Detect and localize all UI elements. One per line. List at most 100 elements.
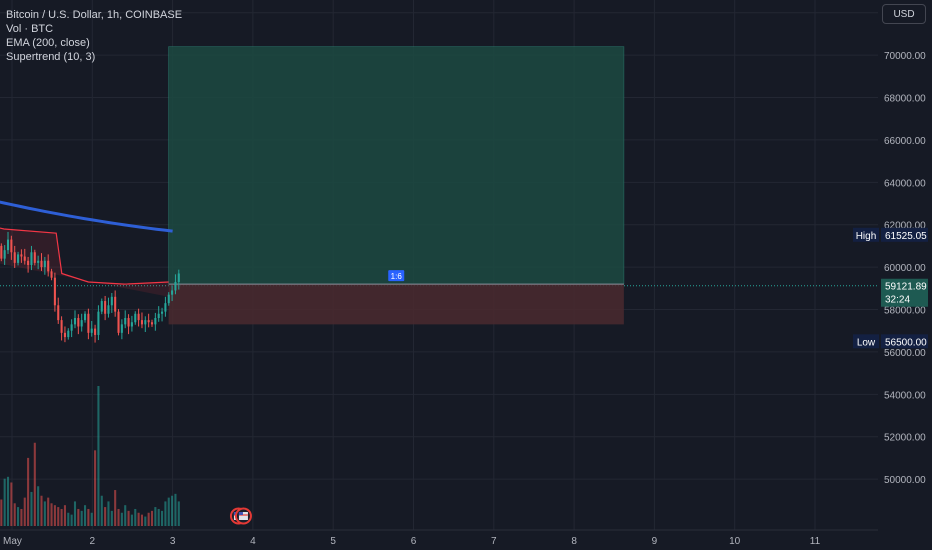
volume-bar — [100, 495, 103, 526]
volume-bar — [47, 497, 50, 526]
low-tag: Low 56500.00 — [853, 334, 928, 349]
volume-bar — [114, 490, 117, 526]
candle-body — [100, 301, 103, 312]
candle-body — [53, 277, 56, 306]
bar-countdown: 32:24 — [885, 295, 910, 306]
volume-bar — [94, 450, 97, 526]
volume-bar — [73, 501, 77, 526]
volume-bars — [0, 386, 180, 526]
candle-body — [134, 313, 137, 323]
candle-body — [97, 311, 100, 335]
volume-bar — [37, 486, 40, 526]
volume-bar — [3, 478, 6, 526]
volume-bar — [177, 501, 180, 526]
candle-body — [147, 320, 150, 323]
legend-volume[interactable]: Vol · BTC — [6, 22, 182, 36]
time-tick-label: 8 — [571, 536, 577, 547]
volume-bar — [57, 507, 60, 526]
candle-body — [94, 328, 97, 335]
price-tick-label: 68000.00 — [884, 94, 926, 105]
candle-body — [107, 305, 110, 314]
volume-bar — [130, 514, 133, 526]
time-tick-label: 9 — [652, 536, 658, 547]
volume-bar — [17, 507, 20, 526]
low-tag-label: Low — [857, 337, 876, 348]
candle-body — [57, 305, 60, 321]
volume-bar — [53, 505, 56, 526]
price-chart[interactable]: 1:6 50000.00 52000.00 54000.00 56000.00 5800… — [0, 0, 932, 550]
long-position-tool[interactable]: 1:6 — [168, 46, 625, 325]
candle-body — [40, 260, 43, 268]
price-tick-label: 56000.00 — [884, 348, 926, 359]
time-tick-label: 3 — [170, 536, 176, 547]
volume-bar — [63, 505, 66, 526]
legend-symbol[interactable]: Bitcoin / U.S. Dollar, 1h, COINBASE — [6, 8, 182, 22]
volume-bar — [80, 510, 83, 526]
candle-body — [90, 328, 93, 333]
volume-bar — [10, 482, 13, 526]
candle-body — [127, 318, 130, 327]
stop-loss-zone[interactable] — [168, 284, 624, 325]
volume-bar — [50, 503, 53, 526]
candle-body — [10, 239, 13, 253]
profit-zone[interactable] — [168, 46, 625, 285]
volume-bar — [27, 457, 30, 526]
volume-bar — [90, 512, 93, 526]
price-tick-label: 70000.00 — [884, 51, 926, 62]
low-tag-value: 56500.00 — [885, 337, 927, 348]
time-tick-label: 4 — [250, 536, 256, 547]
currency-button[interactable]: USD — [882, 4, 926, 24]
volume-bar — [104, 507, 107, 526]
volume-bar — [150, 510, 154, 526]
time-tick-label: 2 — [90, 536, 96, 547]
volume-bar — [107, 501, 110, 526]
candle-body — [150, 322, 154, 325]
volume-bar — [127, 510, 130, 526]
legend-supertrend[interactable]: Supertrend (10, 3) — [6, 50, 182, 64]
candle-body — [177, 273, 180, 282]
legend-ema[interactable]: EMA (200, close) — [6, 36, 182, 50]
volume-bar — [97, 386, 100, 526]
candle-body — [161, 311, 164, 314]
event-flag-icon[interactable] — [234, 507, 252, 525]
event-markers[interactable] — [229, 507, 252, 525]
price-tags: High 61525.05 Low 56500.00 59121.89 32:24 — [853, 227, 928, 349]
price-tick-label: 64000.00 — [884, 178, 926, 189]
volume-bar — [164, 501, 167, 526]
candle-body — [114, 296, 117, 312]
candle-body — [43, 260, 46, 268]
candle-body — [37, 260, 40, 263]
candle-body — [83, 313, 87, 321]
candle-body — [120, 324, 123, 333]
volume-bar — [43, 501, 46, 526]
candle-body — [17, 254, 20, 263]
candle-body — [27, 260, 30, 265]
volume-bar — [167, 497, 170, 526]
candle-body — [171, 290, 174, 295]
candle-body — [33, 252, 36, 263]
candle-body — [167, 294, 170, 304]
candle-body — [110, 296, 113, 306]
candle-body — [140, 320, 143, 325]
time-axis[interactable]: May 2 3 4 5 6 7 8 9 10 11 — [3, 536, 821, 547]
time-tick-label: May — [3, 536, 22, 547]
time-tick-label: 11 — [810, 536, 821, 547]
candle-body — [104, 301, 107, 314]
candle-body — [13, 252, 16, 263]
chart-legend: Bitcoin / U.S. Dollar, 1h, COINBASE Vol … — [6, 8, 182, 64]
volume-bar — [70, 514, 73, 526]
volume-bar — [137, 512, 140, 526]
candle-body — [157, 313, 160, 318]
price-axis[interactable]: 50000.00 52000.00 54000.00 56000.00 58000.00… — [884, 9, 926, 486]
high-tag-label: High — [856, 231, 877, 242]
high-tag: High 61525.05 — [853, 227, 928, 242]
volume-bar — [147, 512, 150, 526]
volume-bar — [6, 476, 10, 526]
candle-body — [0, 245, 3, 259]
candle-body — [47, 260, 50, 272]
candle-body — [23, 256, 26, 261]
time-tick-label: 6 — [411, 536, 417, 547]
volume-bar — [33, 442, 36, 526]
volume-bar — [144, 516, 147, 526]
volume-bar — [87, 508, 90, 526]
